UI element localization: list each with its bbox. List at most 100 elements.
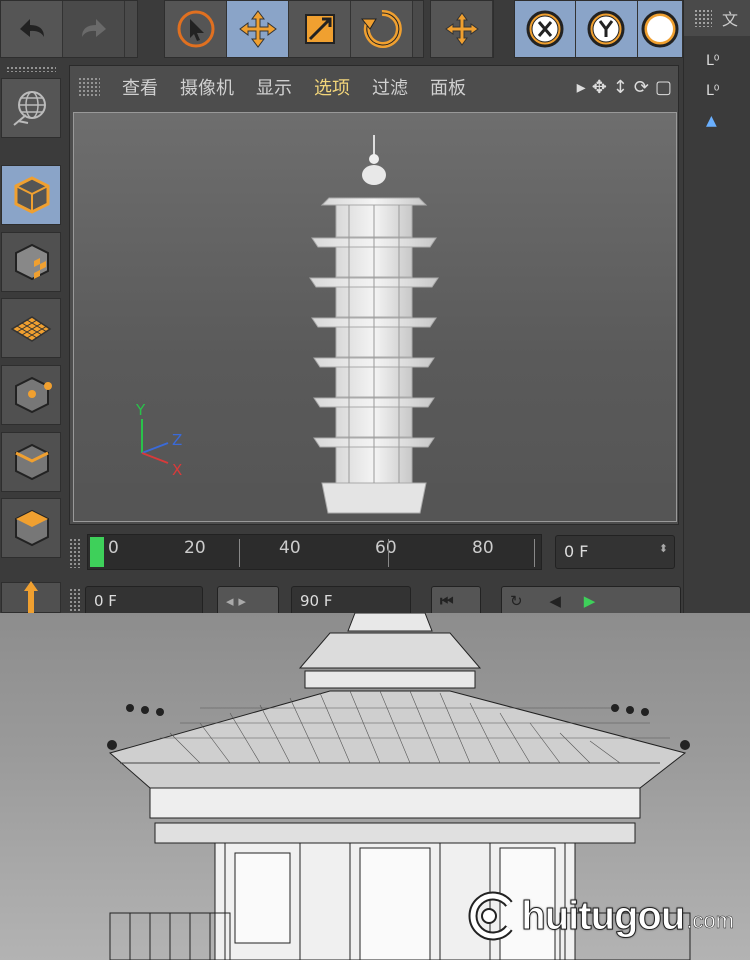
edges-cube-icon [15, 443, 49, 481]
go-to-start-button[interactable]: ⏮ [431, 586, 481, 613]
menu-filter[interactable]: 过滤 [372, 74, 408, 100]
timeline-grip [69, 538, 81, 568]
pan-icon[interactable]: ✥ [592, 77, 607, 98]
x-axis-lock-button[interactable] [515, 1, 577, 57]
object-manager-header: 文 [684, 0, 750, 36]
axis-y-label: Y [135, 401, 146, 419]
scale-icon [304, 14, 335, 44]
menu-grip [78, 77, 100, 97]
panel-menu-file[interactable]: 文 [722, 6, 738, 30]
loop-icon[interactable]: ↻ [510, 592, 523, 610]
cursor-icon [177, 10, 214, 48]
axis-x-label: X [172, 461, 182, 479]
texture-mode-button[interactable] [1, 232, 61, 292]
perspective-viewport[interactable]: Y Z X [73, 112, 677, 522]
workplane-grid-button[interactable] [1, 298, 61, 358]
grid-plane-icon [10, 316, 52, 342]
dolly-icon[interactable]: ↕ [613, 77, 628, 98]
cube-icon [14, 176, 50, 214]
points-mode-button[interactable] [1, 365, 61, 425]
start-frame-value: 0 F [94, 592, 117, 610]
viewport-panel: 查看 摄像机 显示 选项 过滤 面板 ▸ ✥ ↕ ⟳ ▢ Y Z X [69, 65, 679, 525]
checker-cube-icon [15, 243, 49, 281]
tick-mark [534, 539, 535, 567]
up-arrow-icon [24, 580, 38, 613]
maximize-view-icon[interactable]: ▢ [655, 77, 672, 98]
timeline-ruler[interactable]: 0 20 40 60 80 [87, 534, 542, 570]
rotate-icon [360, 9, 402, 48]
globe-icon [13, 91, 46, 126]
left-toolbar [0, 62, 64, 613]
tools-toolbar [164, 0, 424, 58]
watermark-suffix: .com [686, 908, 734, 934]
polygon-object-icon[interactable]: ▲ [684, 106, 750, 136]
watermark-logo: huitugou .com [467, 890, 734, 942]
playhead[interactable] [90, 537, 104, 567]
more-arrow-icon[interactable]: ▸ [577, 77, 586, 98]
undo-redo-toolbar [0, 0, 138, 58]
object-tree: L⁰ L⁰ ▲ [684, 36, 750, 136]
redo-icon [81, 19, 106, 37]
watermark-c-icon [468, 891, 513, 941]
null-object-icon[interactable]: L⁰ [684, 46, 750, 76]
rotate-tool-button[interactable] [351, 1, 413, 57]
timeline: 0 20 40 60 80 0 F ⬍ [69, 528, 749, 576]
tick-label: 0 [108, 538, 119, 558]
pagoda-model: Y Z X [135, 135, 439, 514]
cinema4d-window: 查看 摄像机 显示 选项 过滤 面板 ▸ ✥ ↕ ⟳ ▢ Y Z X 0 20 … [0, 0, 750, 613]
y-axis-lock-button[interactable] [576, 1, 638, 57]
stepper-icon[interactable]: ⬍ [659, 542, 668, 555]
menu-options[interactable]: 选项 [314, 74, 350, 100]
menu-view[interactable]: 查看 [122, 74, 158, 100]
object-manager-panel: 文 L⁰ L⁰ ▲ [683, 0, 750, 613]
frame-step-buttons[interactable]: ◂ ▸ [217, 586, 279, 613]
move-arrows-icon [238, 10, 277, 48]
z-axis-lock-button[interactable] [637, 1, 683, 57]
current-frame-field[interactable]: 0 F ⬍ [555, 535, 675, 569]
select-tool-button[interactable] [165, 1, 227, 57]
move-tool-button[interactable] [227, 1, 289, 57]
toolbar-grip [6, 66, 56, 72]
undo-icon [19, 19, 44, 37]
edges-mode-button[interactable] [1, 432, 61, 492]
viewport-nav-icons: ▸ ✥ ↕ ⟳ ▢ [577, 77, 672, 98]
playback-bar: 0 F ◂ ▸ 90 F ⏮ ↻ ◀ ▶ [69, 582, 749, 613]
bar-grip [69, 588, 81, 613]
axis-z-label: Z [172, 431, 182, 449]
redo-button[interactable] [63, 1, 125, 57]
prev-frame-icon[interactable]: ◀ [549, 592, 561, 610]
polygons-mode-button[interactable] [1, 498, 61, 558]
workplane-button[interactable] [1, 78, 61, 138]
undo-button[interactable] [1, 1, 63, 57]
axis-mode-button[interactable] [1, 580, 61, 613]
viewport-menu-bar: 查看 摄像机 显示 选项 过滤 面板 ▸ ✥ ↕ ⟳ ▢ [70, 66, 678, 108]
step-right-icon[interactable]: ▸ [238, 592, 246, 610]
scale-tool-button[interactable] [289, 1, 351, 57]
panel-grip [694, 9, 712, 27]
menu-cameras[interactable]: 摄像机 [180, 74, 234, 100]
points-cube-icon [15, 376, 52, 414]
polygon-cube-icon [15, 509, 49, 547]
menu-panel[interactable]: 面板 [430, 74, 466, 100]
model-mode-button[interactable] [1, 165, 61, 225]
step-left-icon[interactable]: ◂ [226, 592, 234, 610]
orbit-icon[interactable]: ⟳ [634, 77, 649, 98]
tick-mark [239, 539, 240, 567]
last-tool-button[interactable] [431, 1, 493, 57]
transform-toolbar [430, 0, 494, 58]
start-frame-field[interactable]: 0 F [85, 586, 203, 613]
z-axis-icon [641, 10, 679, 48]
y-axis-icon [587, 10, 625, 48]
wireframe-render-closeup: huitugou .com [0, 613, 750, 960]
end-frame-field[interactable]: 90 F [291, 586, 411, 613]
play-icon[interactable]: ▶ [584, 592, 596, 610]
tick-mark [388, 539, 389, 567]
tick-label: 20 [184, 538, 206, 558]
null-object-icon[interactable]: L⁰ [684, 76, 750, 106]
tick-label: 80 [472, 538, 494, 558]
current-frame-value: 0 F [564, 542, 589, 561]
axis-lock-toolbar [514, 0, 684, 58]
menu-display[interactable]: 显示 [256, 74, 292, 100]
tick-label: 60 [375, 538, 397, 558]
move-arrows-small-icon [444, 12, 479, 46]
